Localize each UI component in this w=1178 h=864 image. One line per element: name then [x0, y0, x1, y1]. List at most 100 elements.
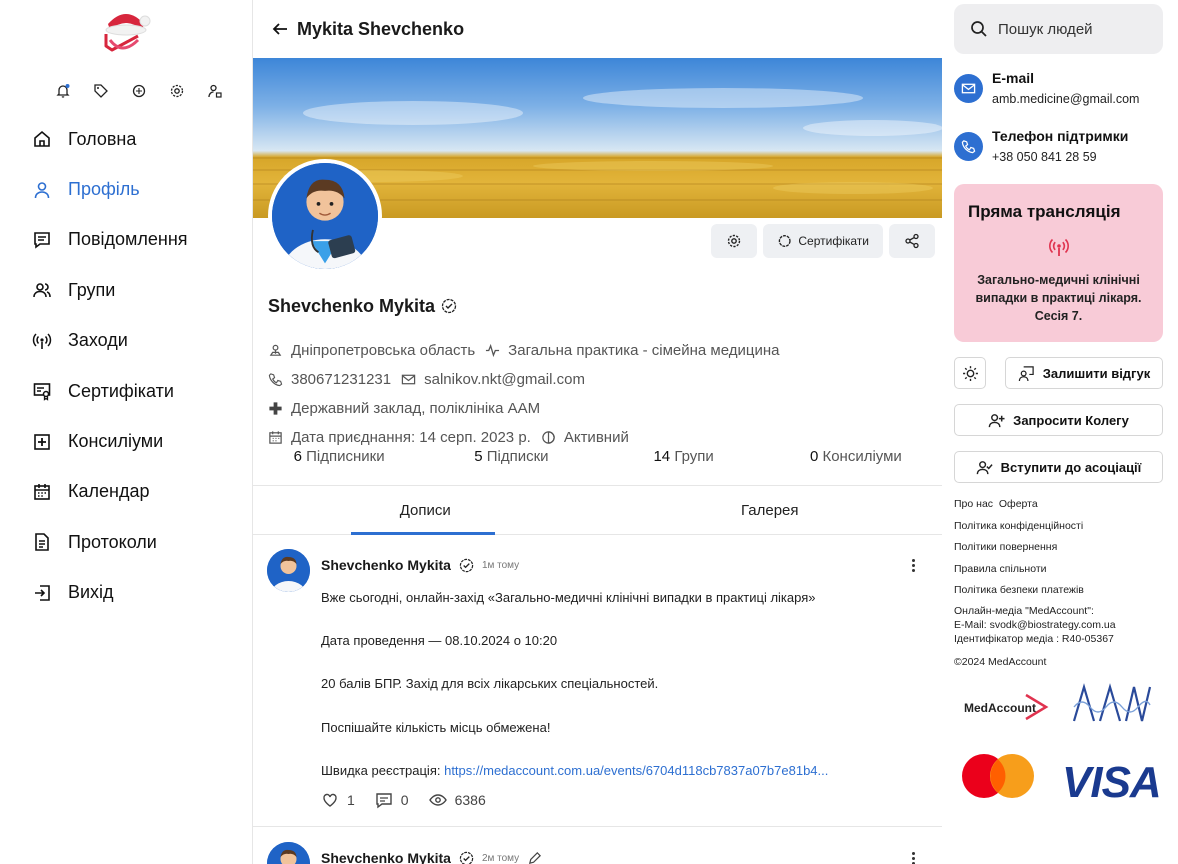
user-check-icon [976, 460, 993, 474]
certificates-button[interactable]: Сертифікати [763, 224, 883, 258]
profile-avatar[interactable] [268, 159, 382, 273]
post-card: Shevchenko Mykita 1м тому Вже сьогодні, … [253, 535, 942, 827]
nav-item-home[interactable]: Головна [32, 114, 252, 164]
like-button[interactable]: 1 [321, 791, 355, 809]
contact-row: 380671231231 salnikov.nkt@gmail.com [268, 365, 938, 394]
nav-item-protocols[interactable]: Протоколи [32, 517, 252, 567]
stat-consiliums[interactable]: 0 Консиліуми [770, 448, 942, 465]
payment-link[interactable]: Політика безпеки платежів [954, 580, 1174, 602]
users-icon [33, 283, 51, 298]
more-options-icon[interactable] [912, 852, 916, 864]
aam-logo[interactable] [1072, 683, 1152, 730]
profile-tabs: Дописи Галерея [253, 485, 942, 535]
post-header: Shevchenko Mykita 2м тому [321, 850, 542, 864]
profile-name-row: Shevchenko Mykita [268, 292, 938, 320]
live-stream-card[interactable]: Пряма трансляція Загально-медичні клініч… [954, 184, 1163, 342]
post-footer: 1 0 6386 [321, 791, 486, 809]
ai-icon[interactable] [120, 80, 158, 102]
nav-label: Вихід [68, 582, 114, 603]
user-lock-icon[interactable] [196, 80, 234, 102]
nav-item-groups[interactable]: Групи [32, 265, 252, 315]
post-avatar[interactable] [267, 842, 310, 864]
community-link[interactable]: Правила спільноти [954, 559, 1174, 581]
post-body: Вже сьогодні, онлайн-захід «Загально-мед… [321, 587, 881, 781]
stat-label: Підписники [306, 448, 385, 465]
share-icon [905, 233, 919, 249]
feedback-button[interactable]: Залишити відгук [1005, 357, 1163, 389]
mail-icon [401, 374, 416, 385]
post-registration: Швидка реєстрація: https://medaccount.co… [321, 760, 881, 782]
post-author[interactable]: Shevchenko Mykita [321, 850, 451, 864]
bell-icon[interactable] [44, 80, 82, 102]
calendar-icon [269, 431, 282, 444]
nav-item-consiliums[interactable]: Консиліуми [32, 416, 252, 466]
nav-label: Протоколи [68, 531, 157, 552]
app-root: Головна Профіль Повідомлення Групи Заход… [0, 0, 1178, 864]
specialty-text: Загальна практика - сімейна медицина [508, 342, 780, 359]
post-line: Поспішайте кількість місць обмежена! [321, 719, 551, 735]
workplace-text: Державний заклад, поліклініка ААМ [291, 400, 541, 417]
certificates-label: Сертифікати [798, 234, 869, 248]
like-count: 1 [347, 792, 355, 808]
live-description: Загально-медичні клінічні випадки в прак… [975, 273, 1142, 323]
medaccount-partner-logo[interactable]: MedAccount [962, 687, 1049, 727]
nav-item-certificates[interactable]: Сертифікати [32, 366, 252, 416]
nav-item-calendar[interactable]: Календар [32, 467, 252, 517]
phone-icon [268, 373, 283, 387]
about-link[interactable]: Про нас [954, 498, 993, 510]
more-options-icon[interactable] [912, 559, 916, 574]
location-icon [269, 344, 282, 356]
join-label: Вступити до асоціації [1000, 459, 1142, 475]
stat-followers[interactable]: 6 Підписники [253, 448, 425, 465]
footer-links: Про нас Оферта Політика конфіденційності… [954, 494, 1174, 673]
link-row: Про нас Оферта [954, 494, 1174, 516]
calendar-icon [34, 483, 50, 500]
stat-following[interactable]: 5 Підписки [425, 448, 597, 465]
region-text: Дніпропетровська область [291, 342, 476, 359]
status-icon [542, 431, 555, 444]
post-author[interactable]: Shevchenko Mykita [321, 557, 451, 573]
eye-icon [428, 794, 447, 806]
post-avatar[interactable] [267, 549, 310, 592]
privacy-link[interactable]: Політика конфіденційності [954, 516, 1174, 538]
arrow-left-icon[interactable] [271, 20, 289, 38]
workplace-row: Державний заклад, поліклініка ААМ [268, 394, 938, 423]
tab-gallery[interactable]: Галерея [598, 486, 943, 534]
tag-icon[interactable] [82, 80, 120, 102]
comment-button[interactable]: 0 [375, 791, 409, 809]
user-plus-icon [988, 413, 1005, 427]
refund-link[interactable]: Політики повернення [954, 537, 1174, 559]
email-value[interactable]: amb.medicine@gmail.com [992, 92, 1139, 106]
nav-item-logout[interactable]: Вихід [32, 568, 252, 618]
profile-stats: 6 Підписники 5 Підписки 14 Групи 0 Конси… [253, 448, 942, 465]
medaccount-logo[interactable] [98, 6, 154, 62]
share-button[interactable] [889, 224, 935, 258]
live-title: Пряма трансляція [968, 202, 1121, 221]
post-line: 20 балів БПР. Захід для всіх лікарських … [321, 676, 659, 692]
invite-colleague-button[interactable]: Запросити Колегу [954, 404, 1163, 436]
view-count: 6386 [454, 792, 486, 808]
phone-contact: Телефон підтримки +38 050 841 28 59 [954, 128, 1128, 164]
location-row: Дніпропетровська область Загальна практи… [268, 336, 938, 365]
theme-toggle-button[interactable] [954, 357, 986, 389]
user-icon [34, 181, 50, 198]
gear-icon[interactable] [158, 80, 196, 102]
copyright: ©2024 MedAccount [954, 655, 1047, 668]
phone-value[interactable]: +38 050 841 28 59 [992, 150, 1128, 164]
tab-posts[interactable]: Дописи [253, 486, 598, 535]
people-search[interactable]: Пошук людей [954, 4, 1163, 54]
settings-button[interactable] [711, 224, 757, 258]
nav-label: Профіль [68, 179, 140, 200]
nav-item-profile[interactable]: Профіль [32, 164, 252, 214]
profile-info: Shevchenko Mykita Дніпропетровська облас… [268, 292, 938, 452]
offer-link[interactable]: Оферта [999, 498, 1038, 510]
nav-item-messages[interactable]: Повідомлення [32, 215, 252, 265]
plus-square-icon [34, 433, 50, 450]
nav-label: Сертифікати [68, 380, 174, 401]
sun-icon [962, 365, 978, 381]
stat-groups[interactable]: 14 Групи [598, 448, 770, 465]
join-association-button[interactable]: Вступити до асоціації [954, 451, 1163, 483]
registration-link[interactable]: https://medaccount.com.ua/events/6704d11… [444, 763, 828, 778]
nav-item-events[interactable]: Заходи [32, 316, 252, 366]
stat-count: 14 [653, 448, 671, 465]
